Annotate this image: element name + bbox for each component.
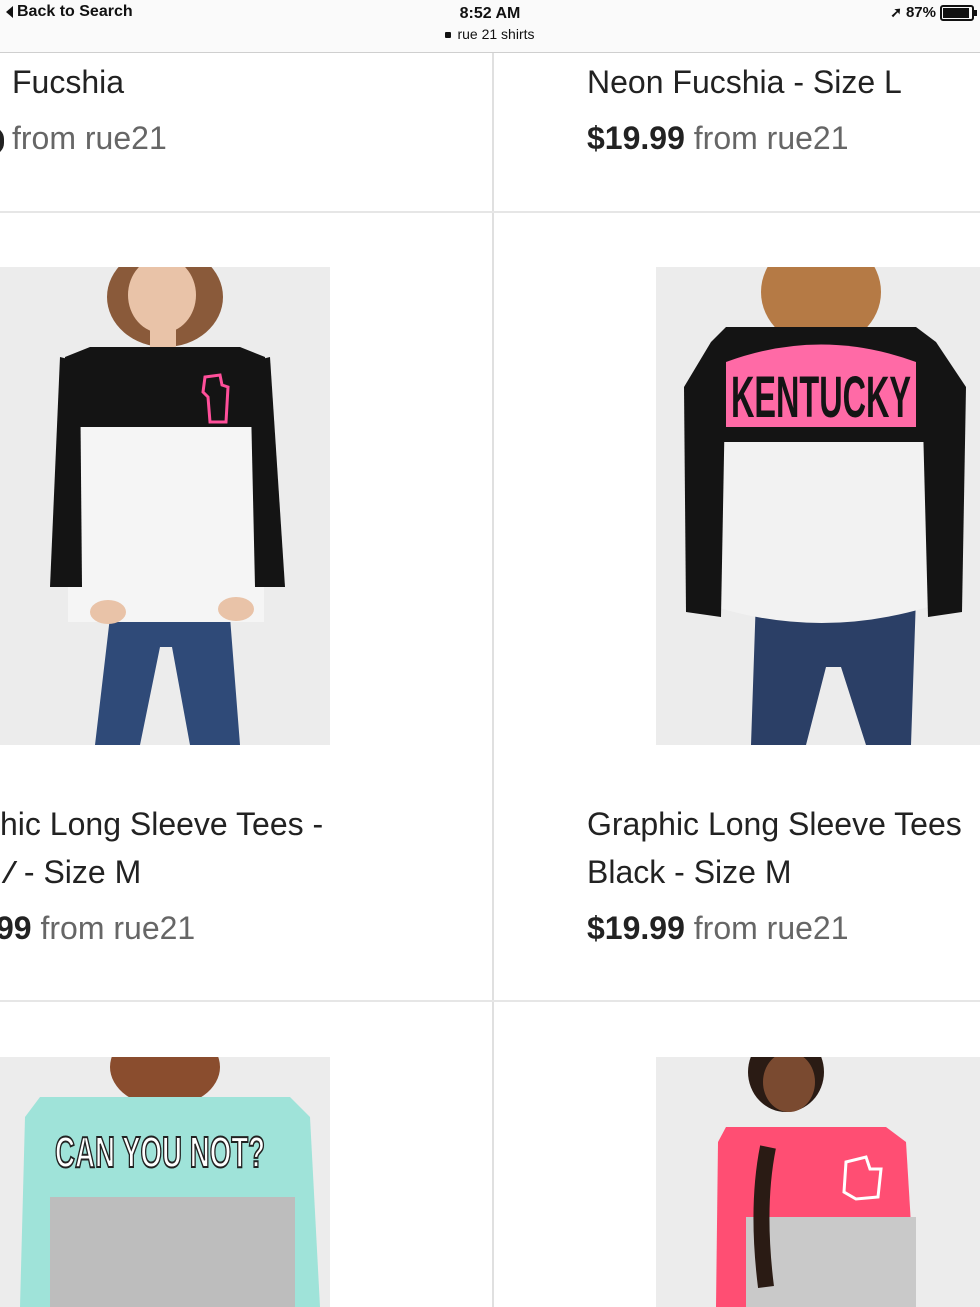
page-title: rue 21 shirts <box>457 26 535 42</box>
battery-percent: 87% <box>905 4 936 21</box>
clock: 8:52 AM <box>459 5 521 22</box>
product-price: $19.99 from rue21 <box>587 910 849 946</box>
product-price: from rue21 <box>0 120 167 157</box>
product-title[interactable]: Fucshia <box>12 58 124 106</box>
system-status: ➚ 87% <box>890 4 977 21</box>
product-title-line1[interactable]: hic Long Sleeve Tees - <box>0 800 323 848</box>
row-divider <box>0 1000 980 1002</box>
shirt-lettering: CAN YOU NOT? <box>55 1128 265 1177</box>
product-image[interactable]: KENTUCKY <box>656 267 980 745</box>
lock-icon <box>445 32 452 38</box>
product-image[interactable] <box>656 1057 980 1307</box>
shirt-illustration <box>0 267 330 745</box>
shirt-illustration <box>656 1057 980 1307</box>
product-title-line2[interactable]: Black - Size M <box>587 848 791 896</box>
product-image[interactable]: CAN YOU NOT? <box>0 1057 330 1307</box>
product-price: $19.99 from rue21 <box>587 120 849 156</box>
product-title-line1[interactable]: Graphic Long Sleeve Tees <box>587 800 962 848</box>
shirt-lettering: KENTUCKY <box>731 365 911 430</box>
column-divider <box>492 52 494 1307</box>
product-price: 99 from rue21 <box>0 910 196 946</box>
product-title[interactable]: Neon Fucshia - Size L <box>587 58 902 106</box>
product-title-line2[interactable]: - Size M <box>0 848 141 896</box>
page-title-bar[interactable]: rue 21 shirts <box>0 26 980 42</box>
shirt-illustration: CAN YOU NOT? <box>0 1057 330 1307</box>
shirt-illustration: KENTUCKY <box>656 267 980 745</box>
battery-icon <box>940 4 977 21</box>
status-bar: Back to Search 8:52 AM rue 21 shirts ➚ 8… <box>0 0 980 53</box>
row-divider <box>0 211 980 213</box>
location-arrow-icon: ➚ <box>890 4 902 20</box>
product-image[interactable] <box>0 267 330 745</box>
